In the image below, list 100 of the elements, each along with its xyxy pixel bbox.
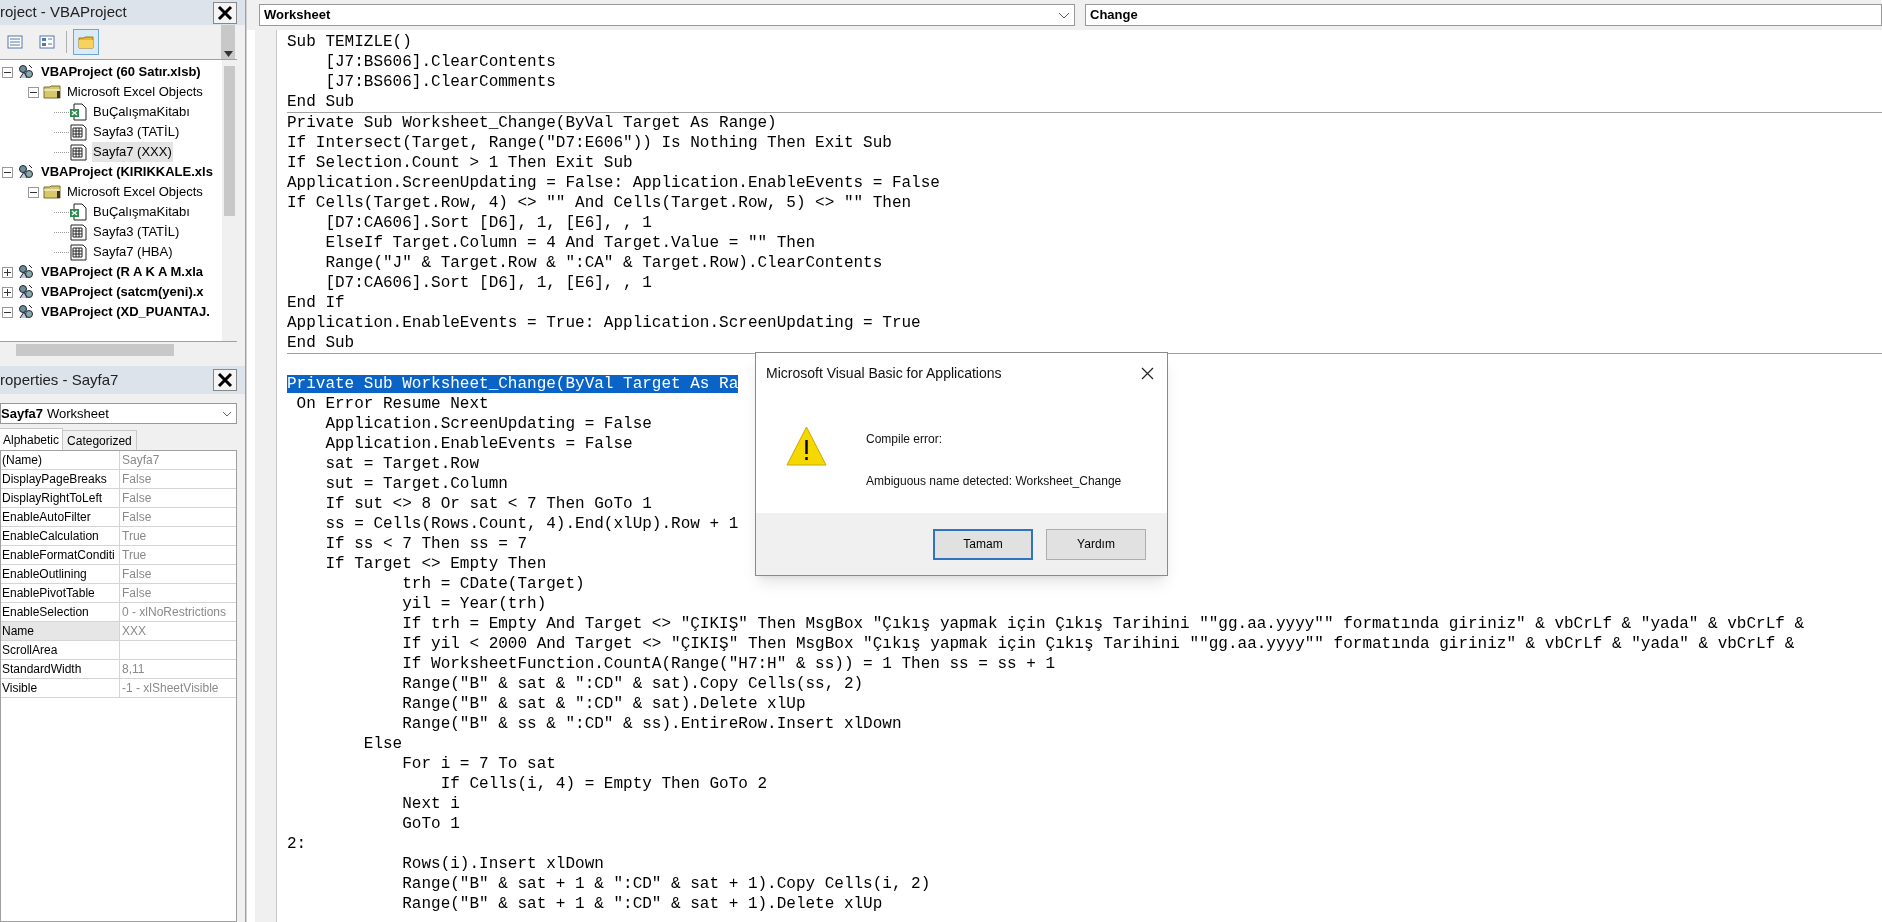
tab[interactable]: Categorized [63, 430, 137, 450]
expand-icon[interactable] [2, 286, 13, 298]
code-line: If WorksheetFunction.CountA(Range("H7:H" & ss)) = 1 Then ss = ss + 1 [401, 655, 1056, 673]
procedure-dropdown[interactable]: Change [1085, 4, 1882, 26]
tree-item[interactable]: VBAProject (satcm(yeni).x [40, 282, 205, 302]
code-line: Sub TEMIZLE() [287, 33, 412, 51]
dialog-button[interactable]: Tamam [933, 528, 1033, 560]
collapse-icon[interactable] [28, 86, 39, 98]
tab[interactable]: Alphabetic [0, 428, 64, 450]
tree-item[interactable]: Sayfa7 (XXX) [92, 142, 173, 162]
property-name[interactable]: DisplayRightToLeft [1, 489, 120, 507]
property-name[interactable]: DisplayPageBreaks [1, 470, 120, 488]
error-heading: Compile error: [866, 431, 944, 448]
folder-icon [43, 83, 61, 101]
tree-item[interactable]: Sayfa3 (TATİL) [92, 122, 181, 142]
property-value[interactable]: True [120, 546, 236, 564]
code-line: End Sub [287, 93, 355, 111]
code-line: Else [362, 735, 403, 753]
dialog-button[interactable]: Yardım [1046, 528, 1146, 560]
chevron-down-icon [1058, 11, 1070, 19]
project-icon [17, 163, 35, 181]
scroll-thumb[interactable] [224, 65, 235, 216]
tree-item[interactable]: VBAProject (XD_PUANTAJ. [40, 302, 211, 322]
collapse-icon[interactable] [28, 186, 39, 198]
sheet-icon [69, 143, 87, 161]
dialog-title: Microsoft Visual Basic for Applications [766, 363, 1002, 383]
code-line: If trh = Empty And Target <> "ÇIKIŞ" Then MsgBox "Çıkış yapmak için Çıkış Tarihini ""gg.aa.yyyy"" formatında giriniz" & vbCrLf & "yada" & vbCrLf & [401, 615, 1805, 633]
project-icon [17, 303, 35, 321]
code-line: If Target <> Empty Then [324, 555, 547, 573]
scrollbar[interactable] [221, 25, 235, 59]
property-name[interactable]: EnableOutlining [1, 565, 120, 583]
tree-item[interactable]: BuÇalışmaKitabı [92, 102, 191, 122]
property-value[interactable]: False [120, 470, 236, 488]
project-icon [17, 263, 35, 281]
property-value[interactable]: False [120, 508, 236, 526]
code-line: sut = Target.Column [324, 475, 508, 493]
workbook-icon [69, 103, 87, 121]
code-line: Range("J" & Target.Row & ":CA" & Target.Row).ClearContents [324, 254, 883, 272]
code-line: If yil < 2000 And Target <> "ÇIKIŞ" Then MsgBox "Çıkış yapmak için Çıkış Tarihini ""gg.aa.yyyy"" formatında giriniz" & vbCrLf & "yada" & vbCrLf & [401, 635, 1795, 653]
code-line: End If [287, 294, 345, 312]
code-line: If Intersect(Target, Range("D7:E606")) Is Nothing Then Exit Sub [287, 134, 892, 152]
property-value[interactable]: Sayfa7 [120, 451, 236, 469]
property-value[interactable]: -1 - xlSheetVisible [120, 679, 236, 697]
collapse-icon[interactable] [2, 306, 13, 318]
tree-item[interactable]: Microsoft Excel Objects [66, 182, 204, 202]
code-line: On Error Resume Next [295, 395, 489, 413]
code-line: Range("B" & ss & ":CD" & ss).EntireRow.Insert xlDown [401, 715, 902, 733]
tree-item[interactable]: VBAProject (R A K A M.xla [40, 262, 205, 282]
code-line: For i = 7 To sat [401, 755, 556, 773]
tree-item[interactable]: BuÇalışmaKitabı [92, 202, 191, 222]
property-name[interactable]: Visible [1, 679, 120, 697]
scroll-thumb[interactable] [16, 344, 174, 356]
code-line: [D7:CA606].Sort [D6], 1, [E6], , 1 [324, 274, 652, 292]
expand-icon[interactable] [2, 266, 13, 278]
form-view-icon [39, 34, 55, 50]
property-name[interactable]: Name [1, 622, 120, 640]
property-name[interactable]: EnableCalculation [1, 527, 120, 545]
tree-item[interactable]: Sayfa7 (HBA) [92, 242, 174, 262]
scrollbar[interactable] [222, 60, 237, 341]
code-line: End Sub [287, 334, 355, 352]
code-line: trh = CDate(Target) [401, 575, 585, 593]
property-name[interactable]: EnableFormatConditi [1, 546, 120, 564]
warning-icon [786, 426, 827, 466]
property-name[interactable]: EnableAutoFilter [1, 508, 120, 526]
property-value[interactable]: True [120, 527, 236, 545]
property-name[interactable]: EnablePivotTable [1, 584, 120, 602]
project-icon [17, 283, 35, 301]
code-line: If Cells(i, 4) = Empty Then GoTo 2 [439, 775, 768, 793]
tree-item[interactable]: VBAProject (60 Satır.xlsb) [40, 62, 202, 82]
tree-item[interactable]: Microsoft Excel Objects [66, 82, 204, 102]
code-line: Rows(i).Insert xlDown [401, 855, 604, 873]
code-line: Range("B" & sat + 1 & ":CD" & sat + 1).Copy Cells(i, 2) [401, 875, 931, 893]
code-line: If sut <> 8 Or sat < 7 Then GoTo 1 [324, 495, 652, 513]
property-value[interactable]: 8,11 [120, 660, 236, 678]
property-value[interactable]: False [120, 565, 236, 583]
object-dropdown[interactable]: Sayfa7 Worksheet [0, 403, 237, 424]
collapse-icon[interactable] [2, 66, 13, 78]
property-value[interactable]: XXX [120, 622, 236, 640]
sheet-icon [69, 123, 87, 141]
folder-icon [78, 34, 94, 50]
code-line: Application.ScreenUpdating = False: Application.EnableEvents = False [287, 174, 940, 192]
close-button[interactable] [213, 1, 237, 24]
code-line: If Cells(Target.Row, 4) <> "" And Cells(Target.Row, 5) <> "" Then [287, 194, 912, 212]
close-icon [217, 372, 233, 388]
property-value[interactable]: 0 - xlNoRestrictions [120, 603, 236, 621]
tree-item[interactable]: Sayfa3 (TATİL) [92, 222, 181, 242]
property-name[interactable]: (Name) [1, 451, 120, 469]
project-icon [17, 63, 35, 81]
property-name[interactable]: StandardWidth [1, 660, 120, 678]
error-message: Ambiguous name detected: Worksheet_Change [866, 473, 1122, 490]
property-value[interactable]: False [120, 489, 236, 507]
object-dropdown[interactable]: Worksheet [259, 4, 1075, 26]
code-line: [J7:BS606].ClearContents [324, 53, 556, 71]
tree-item[interactable]: VBAProject (KIRIKKALE.xls [40, 162, 214, 182]
property-value[interactable]: False [120, 584, 236, 602]
property-name[interactable]: EnableSelection [1, 603, 120, 621]
collapse-icon[interactable] [2, 166, 13, 178]
code-line: sat = Target.Row [324, 455, 480, 473]
close-button[interactable] [213, 369, 237, 391]
property-name[interactable]: ScrollArea [1, 641, 120, 659]
